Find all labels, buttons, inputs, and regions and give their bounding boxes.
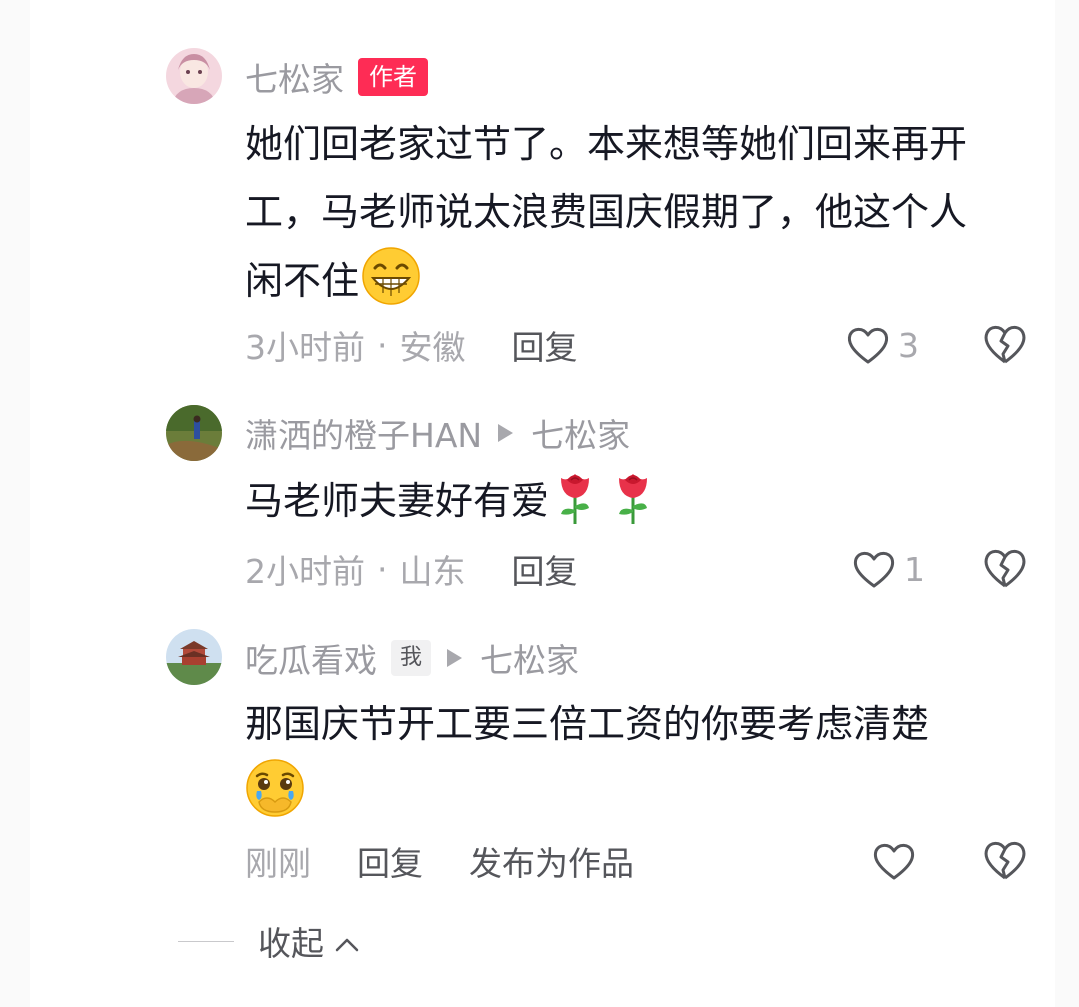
comment-header: 七松家 作者 [245, 52, 428, 102]
broken-heart-icon [984, 841, 1026, 880]
collapse-replies-button[interactable]: 收起 [178, 918, 360, 964]
reply-button[interactable]: 回复 [357, 837, 423, 885]
broken-heart-icon [984, 325, 1026, 364]
grinning-face-icon [361, 246, 421, 327]
username[interactable]: 七松家 [245, 53, 344, 101]
dislike-button[interactable] [982, 322, 1028, 368]
comment-text: 那国庆节开工要三倍工资的你要考虑清楚 [245, 690, 1035, 839]
rose-icon [613, 466, 653, 547]
username[interactable]: 潇洒的橙子HAN [245, 409, 482, 457]
rose-icon [555, 466, 595, 547]
author-badge: 作者 [358, 58, 428, 96]
separator: · [377, 325, 388, 365]
heart-icon [873, 843, 915, 880]
like-count: 1 [904, 549, 925, 589]
username[interactable]: 吃瓜看戏 [245, 634, 377, 682]
heart-icon [853, 551, 895, 588]
location: 山东 [399, 552, 466, 591]
heart-icon [847, 327, 889, 364]
reply-arrow-icon [447, 649, 463, 667]
reply-button[interactable]: 回复 [512, 321, 578, 369]
separator: · [377, 549, 388, 589]
reply-to-username[interactable]: 七松家 [531, 409, 630, 457]
comment-text-line: 工，马老师说太浪费国庆假期了，他这个人 [245, 190, 968, 234]
like-button[interactable]: 1 [852, 544, 925, 594]
comment-meta: 刚刚 回复 发布为作品 [245, 836, 634, 886]
comment-text: 马老师夫妻好有爱 [245, 466, 1035, 547]
comment-text-line: 她们回老家过节了。本来想等她们回来再开 [245, 122, 968, 166]
comment-panel: 七松家 作者 她们回老家过节了。本来想等她们回来再开 工，马老师说太浪费国庆假期… [30, 0, 1055, 1007]
pleading-face-icon [245, 758, 305, 839]
comment-header: 潇洒的橙子HAN 七松家 [245, 408, 630, 458]
comment-text: 她们回老家过节了。本来想等她们回来再开 工，马老师说太浪费国庆假期了，他这个人 … [245, 110, 1035, 327]
comment-meta: 2小时前 · 山东 回复 [245, 544, 578, 594]
avatar[interactable] [166, 405, 222, 461]
timestamp: 3小时前 [245, 328, 365, 367]
collapse-label: 收起 [258, 924, 324, 963]
comment-header: 吃瓜看戏 我 七松家 [245, 633, 579, 683]
me-badge: 我 [391, 640, 432, 676]
chevron-up-icon [334, 922, 360, 961]
divider [178, 940, 234, 942]
reply-to-username[interactable]: 七松家 [480, 634, 579, 682]
location: 安徽 [399, 328, 466, 367]
avatar[interactable] [166, 629, 222, 685]
like-count: 3 [898, 325, 919, 365]
comment-text-line: 那国庆节开工要三倍工资的你要考虑清楚 [245, 702, 930, 746]
comment-meta: 3小时前 · 安徽 回复 [245, 320, 578, 370]
dislike-button[interactable] [982, 546, 1028, 592]
timestamp: 2小时前 [245, 552, 365, 591]
like-button[interactable]: 3 [846, 320, 919, 370]
comment-text-line [245, 758, 1035, 839]
timestamp: 刚刚 [245, 844, 311, 883]
reply-arrow-icon [498, 424, 514, 442]
publish-as-work-button[interactable]: 发布为作品 [469, 837, 634, 885]
broken-heart-icon [984, 549, 1026, 588]
dislike-button[interactable] [982, 838, 1028, 884]
comment-text-line: 闲不住 [245, 246, 1035, 327]
like-button[interactable] [872, 836, 916, 886]
reply-button[interactable]: 回复 [512, 545, 578, 593]
avatar[interactable] [166, 48, 222, 104]
